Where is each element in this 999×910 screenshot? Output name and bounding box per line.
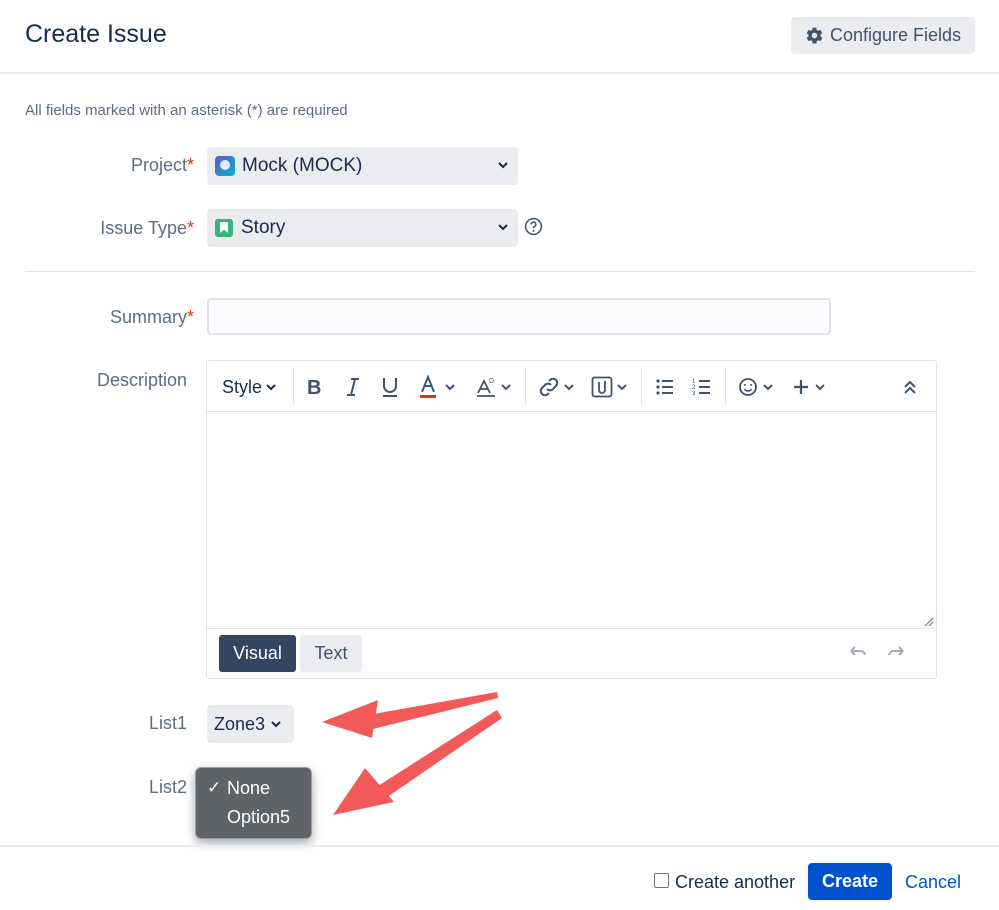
list1-select[interactable]: Zone3 xyxy=(207,705,294,743)
visual-mode-tab[interactable]: Visual xyxy=(219,635,296,672)
toolbar-separator xyxy=(525,369,526,405)
chevron-down-icon xyxy=(564,384,574,391)
resize-grip-icon[interactable] xyxy=(924,617,934,627)
chevron-down-icon xyxy=(445,384,455,391)
list2-label: List2 xyxy=(148,777,187,797)
chevron-down-icon xyxy=(498,162,508,169)
style-label: Style xyxy=(222,376,263,397)
collapse-toolbar-icon[interactable] xyxy=(903,373,917,401)
summary-input[interactable] xyxy=(207,298,831,335)
story-icon xyxy=(215,219,233,237)
list2-option-none[interactable]: ✓ None xyxy=(196,775,311,803)
configure-fields-button[interactable]: Configure Fields xyxy=(791,17,975,54)
issue-type-select[interactable]: Story xyxy=(207,209,518,247)
project-label: Project* xyxy=(130,155,194,175)
create-another-label: Create another xyxy=(675,872,796,892)
chevron-down-icon xyxy=(815,384,825,391)
attachment-icon[interactable] xyxy=(591,373,628,401)
required-fields-note: All fields marked with an asterisk (*) a… xyxy=(25,102,348,119)
list2-dropdown-menu: ✓ None Option5 xyxy=(195,767,312,839)
chevron-down-icon xyxy=(501,384,511,391)
checkmark-icon: ✓ xyxy=(207,778,222,797)
toolbar-separator xyxy=(725,369,726,405)
toolbar-separator xyxy=(293,369,294,405)
svg-text:B: B xyxy=(307,377,321,398)
list2-option-option5[interactable]: Option5 xyxy=(196,804,311,832)
help-icon[interactable] xyxy=(524,217,543,236)
annotation-arrow-list2 xyxy=(333,710,502,815)
create-another-option[interactable]: Create another xyxy=(654,872,795,893)
dialog-footer: Create another Create Cancel xyxy=(0,845,999,910)
summary-label: Summary* xyxy=(109,307,194,327)
create-another-checkbox[interactable] xyxy=(654,873,669,888)
chevron-down-icon xyxy=(266,384,276,391)
chevron-down-icon xyxy=(498,224,508,231)
bold-icon[interactable]: B xyxy=(305,373,325,401)
cancel-link[interactable]: Cancel xyxy=(905,872,961,893)
project-avatar-icon xyxy=(215,156,235,176)
svg-text:D: D xyxy=(489,378,494,385)
description-label: Description xyxy=(96,370,187,390)
text-format-more-icon[interactable]: D xyxy=(475,373,512,401)
dialog-header: Create Issue Configure Fields xyxy=(0,0,999,74)
list1-value: Zone3 xyxy=(214,713,266,734)
issue-type-value: Story xyxy=(241,217,286,238)
text-mode-tab[interactable]: Text xyxy=(300,635,362,672)
numbered-list-icon[interactable]: 123 xyxy=(692,373,712,401)
italic-icon[interactable] xyxy=(344,373,362,401)
annotation-arrow-list1 xyxy=(322,692,498,738)
editor-toolbar: Style B D 1 2 3 xyxy=(207,361,936,412)
undo-icon[interactable] xyxy=(848,643,868,659)
toolbar-separator xyxy=(641,369,642,405)
redo-icon[interactable] xyxy=(886,643,906,659)
gear-icon xyxy=(806,27,823,44)
svg-text:3: 3 xyxy=(692,391,696,397)
section-divider xyxy=(25,271,975,272)
underline-icon[interactable] xyxy=(380,373,400,401)
insert-more-icon[interactable] xyxy=(792,373,826,401)
text-color-icon[interactable] xyxy=(418,373,456,401)
configure-fields-label: Configure Fields xyxy=(829,25,962,45)
create-issue-dialog: Create Issue Configure Fields All fields… xyxy=(0,0,999,910)
project-value: Mock (MOCK) xyxy=(242,155,363,176)
create-button[interactable]: Create xyxy=(808,863,892,900)
link-icon[interactable] xyxy=(538,373,575,401)
chevron-down-icon xyxy=(271,721,281,728)
chevron-down-icon xyxy=(763,384,773,391)
description-text-area[interactable] xyxy=(207,413,936,629)
style-dropdown[interactable]: Style xyxy=(222,373,277,401)
editor-mode-bar: Visual Text xyxy=(207,628,936,679)
issue-type-label: Issue Type* xyxy=(100,218,194,238)
dialog-title: Create Issue xyxy=(25,20,167,48)
project-select[interactable]: Mock (MOCK) xyxy=(207,147,518,185)
bullet-list-icon[interactable] xyxy=(655,373,675,401)
chevron-down-icon xyxy=(617,384,627,391)
list1-label: List1 xyxy=(148,713,187,733)
emoji-icon[interactable] xyxy=(738,373,774,401)
description-editor: Style B D 1 2 3 Visual Text xyxy=(206,360,937,679)
